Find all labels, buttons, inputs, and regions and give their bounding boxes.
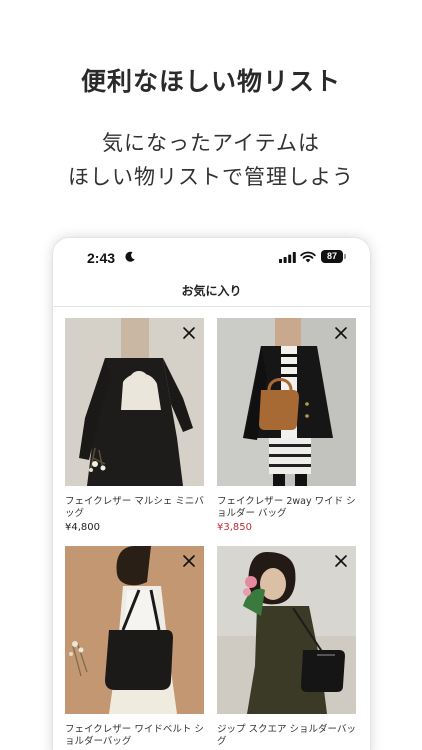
product-price-sale: ¥3,850	[217, 522, 252, 533]
promo-subtext-line-2: ほしい物リストで管理しよう	[68, 165, 354, 189]
status-bar: 2:43 87	[53, 238, 370, 278]
promo-headline: 便利なほしい物リスト	[80, 67, 341, 96]
close-icon[interactable]	[182, 554, 196, 568]
phone-screen: 2:43 87 お気に入り フェイクレザー マルシェ ミニバッグ ¥4,800 …	[53, 238, 370, 750]
product-price: ¥4,800	[65, 522, 100, 533]
product-name[interactable]: フェイクレザー 2way ワイド ショルダー バッグ	[217, 496, 356, 520]
nav-title: お気に入り	[181, 284, 242, 298]
product-photo[interactable]	[65, 546, 204, 714]
close-icon[interactable]	[334, 554, 348, 568]
close-icon[interactable]	[334, 326, 348, 340]
promo-subtext: 気になったアイテムは ほしい物リストで管理しよう	[0, 126, 422, 194]
cellular-signal-icon	[279, 252, 296, 263]
battery-tip	[344, 254, 346, 259]
wifi-icon	[300, 251, 316, 263]
status-time: 2:43	[87, 250, 116, 266]
product-photo[interactable]	[65, 318, 204, 486]
product-name[interactable]: フェイクレザー マルシェ ミニバッグ	[65, 496, 204, 520]
product-name[interactable]: フェイクレザー ワイドベルト ショルダーバッグ	[65, 724, 204, 748]
nav-divider	[53, 306, 370, 307]
product-photo[interactable]	[217, 546, 356, 714]
moon-icon	[125, 251, 135, 262]
close-icon[interactable]	[182, 326, 196, 340]
product-photo[interactable]	[217, 318, 356, 486]
product-name[interactable]: ジップ スクエア ショルダーバッグ	[217, 724, 356, 748]
promo-subtext-line-1: 気になったアイテムは	[102, 131, 320, 155]
battery-icon: 87	[321, 250, 343, 263]
